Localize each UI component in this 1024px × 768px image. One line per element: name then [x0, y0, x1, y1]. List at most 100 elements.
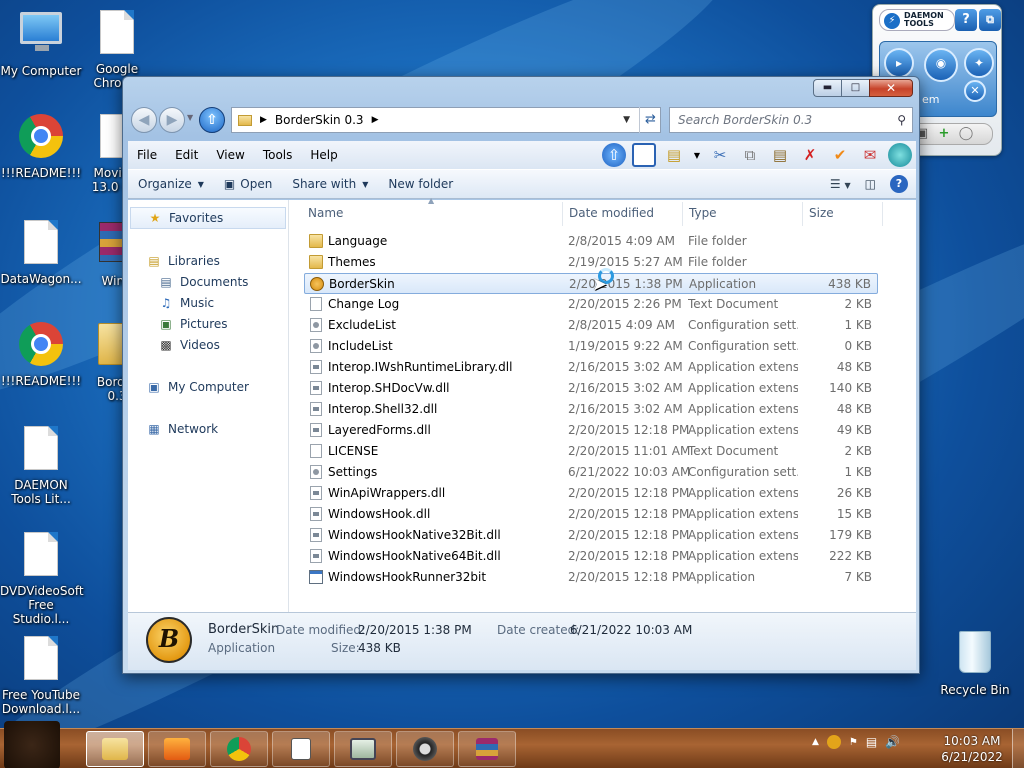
desktop-shortcut[interactable]: DVDVideoSoft Free Studio.l...	[0, 530, 84, 626]
file-row[interactable]: Settings 6/21/2022 10:03 AM Configuration …	[304, 462, 878, 483]
address-dropdown-icon[interactable]: ▼	[623, 115, 630, 125]
taskbar-media-player[interactable]	[148, 731, 206, 767]
preview-pane-icon[interactable]: ◫	[865, 177, 876, 191]
view-options-icon[interactable]: ☰ ▼	[830, 177, 851, 191]
copy-icon[interactable]: ⧉	[738, 143, 762, 167]
cut-icon[interactable]: ✂	[708, 143, 732, 167]
tray-expand-icon[interactable]: ▲	[812, 737, 819, 747]
new-folder-button[interactable]: New folder	[378, 177, 463, 191]
file-row[interactable]: Change Log 2/20/2015 2:26 PM Text Document…	[304, 294, 878, 315]
globe-icon[interactable]	[888, 143, 912, 167]
share-with-button[interactable]: Share with ▼	[282, 177, 378, 191]
taskbar-window-app[interactable]	[334, 731, 392, 767]
daemon-add-icon[interactable]: +	[936, 126, 952, 142]
desktop-shortcut[interactable]: !!!README!!!	[0, 320, 82, 388]
checkmark-icon[interactable]: ✔	[828, 143, 852, 167]
network-icon[interactable]: ▤	[866, 735, 877, 749]
file-row[interactable]: Interop.IWshRuntimeLibrary.dll 2/16/2015 …	[304, 357, 878, 378]
paste-icon[interactable]: ▤	[768, 143, 792, 167]
delete-icon[interactable]: ✗	[798, 143, 822, 167]
clock[interactable]: 10:03 AM 6/21/2022	[936, 733, 1008, 765]
nav-music[interactable]: ♫ Music	[158, 296, 215, 310]
file-row[interactable]: IncludeList 1/19/2015 9:22 AM Configuratio…	[304, 336, 878, 357]
column-divider[interactable]	[882, 202, 883, 226]
daemon-play-icon[interactable]: ▸	[884, 48, 914, 78]
file-row[interactable]: Interop.SHDocVw.dll 2/16/2015 3:02 AM Appl…	[304, 378, 878, 399]
explorer-window[interactable]: ▬ □ ✕ ◀ ▶ ▼ ⇧ ▶ BorderSkin 0.3 ▶ ▼ ⇄ Sea…	[122, 76, 920, 674]
breadcrumb-arrow-icon[interactable]: ▶	[260, 115, 267, 125]
organize-button[interactable]: Organize ▼	[128, 177, 214, 191]
refresh-icon[interactable]: ⇄	[639, 107, 661, 133]
search-input[interactable]: Search BorderSkin 0.3 ⚲	[669, 107, 913, 133]
file-row[interactable]: LayeredForms.dll 2/20/2015 12:18 PM Applic…	[304, 420, 878, 441]
column-header-type[interactable]: Type	[689, 206, 717, 220]
recent-pages-chevron-icon[interactable]: ▼	[187, 113, 193, 122]
dropdown-chevron-icon[interactable]: ▼	[692, 143, 702, 167]
desktop-shortcut[interactable]: !!!README!!!	[0, 112, 82, 180]
menu-tools[interactable]: Tools	[254, 148, 302, 162]
desktop-shortcut[interactable]: My Computer	[0, 8, 82, 78]
file-row[interactable]: WindowsHookNative64Bit.dll 2/20/2015 12:1…	[304, 546, 878, 567]
address-bar[interactable]: ▶ BorderSkin 0.3 ▶ ▼	[231, 107, 661, 133]
taskbar-chrome[interactable]	[210, 731, 268, 767]
daemon-wrench-icon[interactable]: ✦	[964, 48, 994, 78]
nav-my-computer[interactable]: ▣ My Computer	[146, 380, 249, 394]
close-button[interactable]: ✕	[869, 79, 913, 97]
taskbar-explorer[interactable]	[86, 731, 144, 767]
properties-icon[interactable]: ✉	[858, 143, 882, 167]
breadcrumb-folder[interactable]: BorderSkin 0.3	[275, 113, 364, 127]
menu-help[interactable]: Help	[301, 148, 346, 162]
folder-options-icon[interactable]: ▤	[662, 143, 686, 167]
file-row[interactable]: WinApiWrappers.dll 2/20/2015 12:18 PM Appl…	[304, 483, 878, 504]
desktop-shortcut[interactable]: Recycle Bin	[934, 628, 1016, 697]
desktop-shortcut[interactable]: DataWagon...	[0, 218, 82, 286]
minimize-button[interactable]: ▬	[813, 79, 841, 97]
show-desktop-button[interactable]	[1012, 729, 1024, 768]
menu-view[interactable]: View	[207, 148, 253, 162]
taskbar-winrar[interactable]	[458, 731, 516, 767]
start-button[interactable]	[4, 721, 60, 768]
back-button[interactable]: ◀	[131, 107, 157, 133]
borderskin-tray-icon[interactable]	[826, 735, 841, 749]
file-row[interactable]: ExcludeList 2/8/2015 4:09 AM Configuration…	[304, 315, 878, 336]
file-row[interactable]: LICENSE 2/20/2015 11:01 AM Text Document 2 …	[304, 441, 878, 462]
file-row[interactable]: BorderSkin 2/20/2015 1:38 PM Application 43…	[304, 273, 878, 294]
file-row[interactable]: WindowsHookRunner32bit 2/20/2015 12:18 PM…	[304, 567, 878, 588]
desktop-shortcut[interactable]: Free YouTube Download.l...	[0, 634, 82, 716]
help-icon[interactable]: ?	[890, 175, 908, 193]
column-divider[interactable]	[682, 202, 683, 226]
nav-libraries[interactable]: ▤ Libraries	[146, 254, 220, 268]
menu-file[interactable]: File	[128, 148, 166, 162]
open-button[interactable]: ▣ Open	[214, 177, 282, 191]
daemon-help-button[interactable]: ?	[955, 9, 977, 31]
up-button[interactable]: ⇧	[199, 107, 225, 133]
column-divider[interactable]	[562, 202, 563, 226]
column-divider[interactable]	[802, 202, 803, 226]
daemon-disc-icon[interactable]: ◉	[924, 48, 958, 82]
column-header-size[interactable]: Size	[809, 206, 834, 220]
maximize-button[interactable]: □	[841, 79, 869, 97]
breadcrumb-arrow-icon[interactable]: ▶	[372, 115, 379, 125]
up-arrow-icon[interactable]: ⇧	[602, 143, 626, 167]
nav-network[interactable]: ▦ Network	[146, 422, 218, 436]
forward-button[interactable]: ▶	[159, 107, 185, 133]
file-row[interactable]: Language 2/8/2015 4:09 AM File folder	[304, 231, 878, 252]
volume-icon[interactable]: 🔊	[885, 735, 900, 749]
flag-icon[interactable]: ⚑	[849, 737, 858, 748]
panes-icon[interactable]	[632, 143, 656, 167]
nav-documents[interactable]: ▤ Documents	[158, 275, 248, 289]
nav-videos[interactable]: ▩ Videos	[158, 338, 220, 352]
nav-pictures[interactable]: ▣ Pictures	[158, 317, 227, 331]
desktop-shortcut[interactable]: DAEMON Tools Lit...	[0, 424, 82, 506]
search-icon[interactable]: ⚲	[897, 108, 906, 132]
column-header-date[interactable]: Date modified	[569, 206, 654, 220]
file-row[interactable]: Themes 2/19/2015 5:27 AM File folder	[304, 252, 878, 273]
file-row[interactable]: WindowsHook.dll 2/20/2015 12:18 PM Applica…	[304, 504, 878, 525]
file-row[interactable]: WindowsHookNative32Bit.dll 2/20/2015 12:1…	[304, 525, 878, 546]
column-header-name[interactable]: Name	[308, 206, 343, 220]
taskbar-notepad[interactable]	[272, 731, 330, 767]
nav-favorites[interactable]: ★ Favorites	[130, 207, 286, 229]
daemon-drive-icon[interactable]: ◯	[958, 126, 974, 142]
menu-edit[interactable]: Edit	[166, 148, 207, 162]
daemon-rss-icon[interactable]: ⧉	[979, 9, 1001, 31]
